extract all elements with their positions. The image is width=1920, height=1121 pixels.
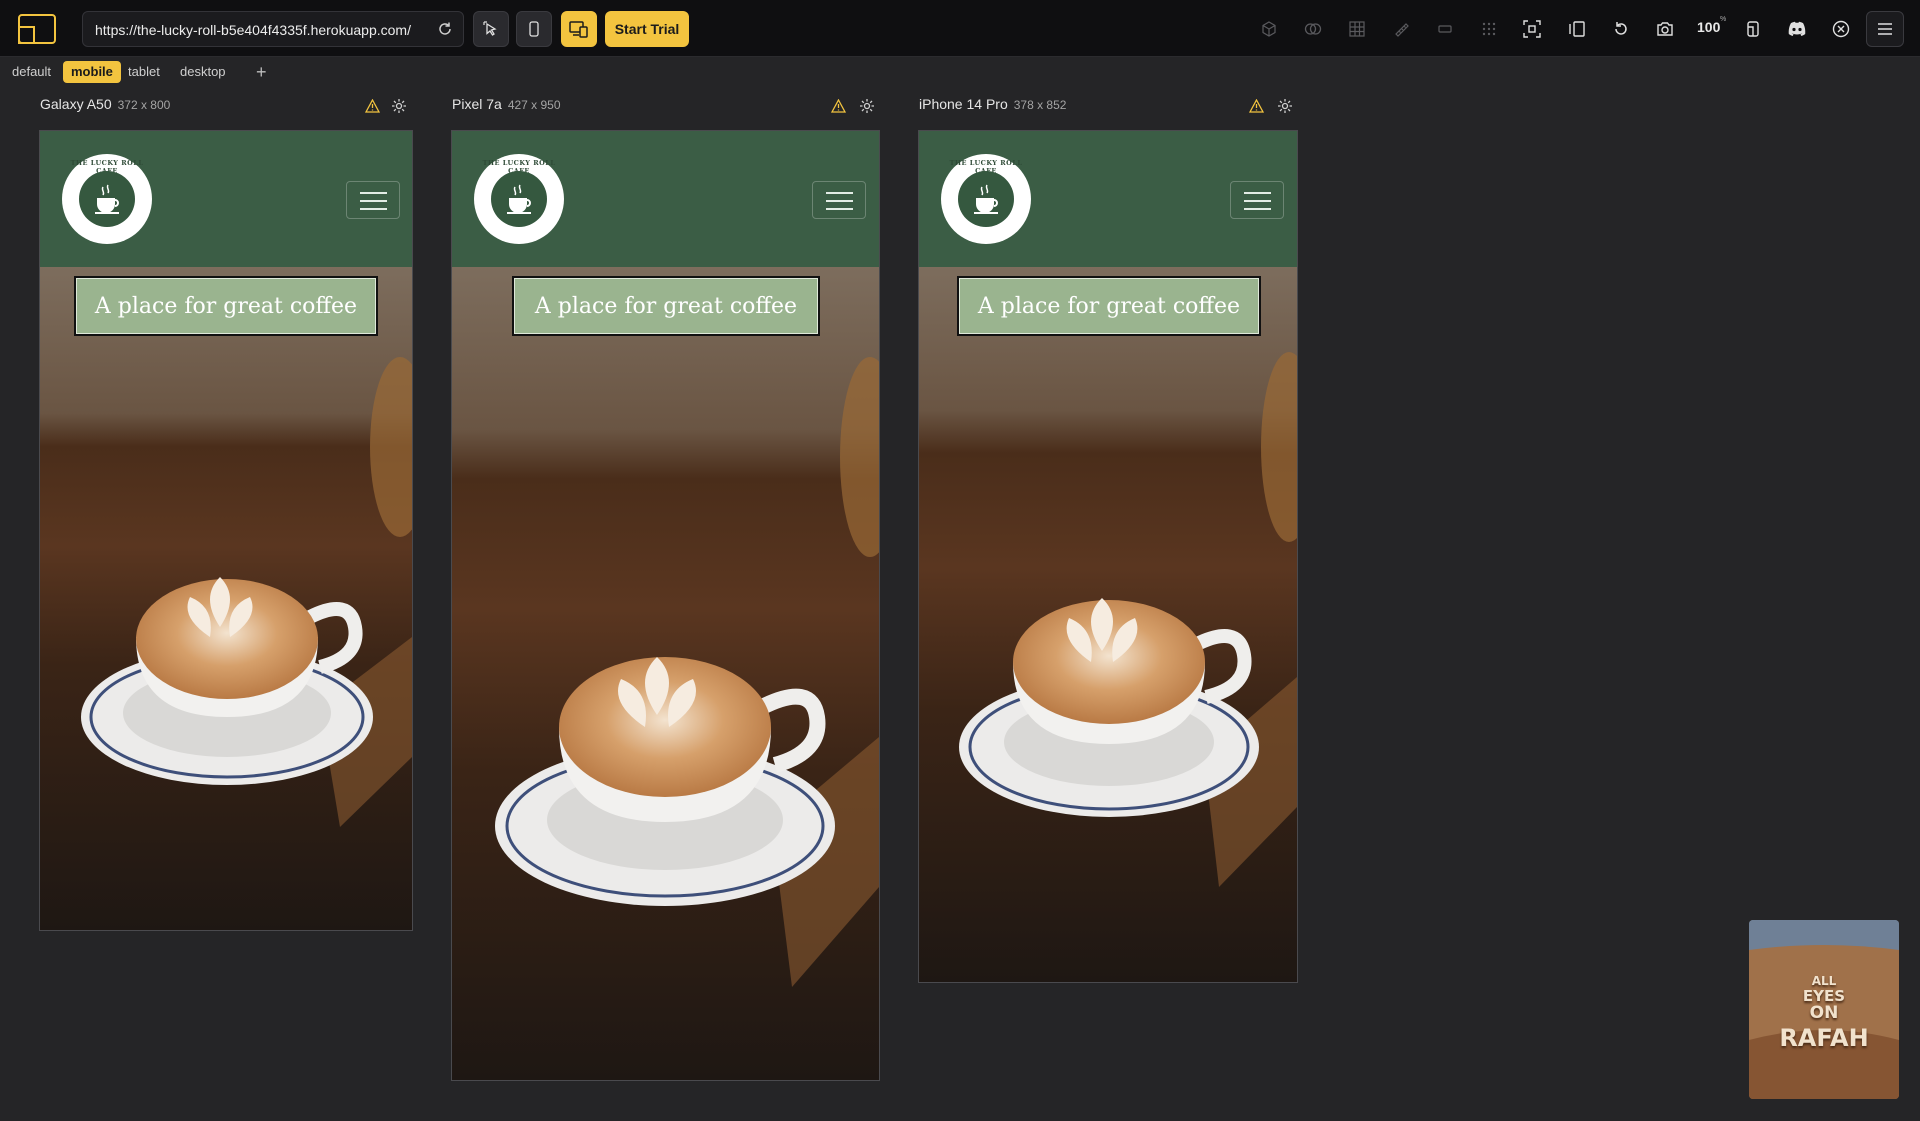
main-menu-button[interactable] — [1866, 11, 1904, 47]
cafe-logo[interactable]: THE LUCKY ROLL CAFE — [474, 154, 564, 244]
device-size: 427 x 950 — [507, 98, 561, 112]
reload-icon[interactable] — [437, 21, 453, 37]
hamburger-icon — [1878, 23, 1892, 35]
device-header: Pixel 7a 427 x 950 — [452, 96, 561, 116]
camera-icon[interactable] — [1655, 19, 1675, 39]
hero-title: A place for great coffee — [957, 276, 1261, 336]
hero-section: A place for great coffee — [40, 267, 412, 930]
nav-toggle-button[interactable] — [812, 181, 866, 219]
device-frame-galaxy-a50[interactable]: THE LUCKY ROLL CAFE A place for g — [39, 130, 413, 931]
outline-icon[interactable] — [1435, 19, 1455, 39]
hero-section: A place for great coffee — [452, 267, 879, 1080]
coffee-cup-icon — [491, 171, 547, 227]
coffee-cup-icon — [79, 171, 135, 227]
device-header: Galaxy A50 372 x 800 — [40, 96, 170, 116]
inspect-button[interactable] — [473, 11, 509, 47]
floating-preview-thumbnail[interactable]: ALL EYES ON RAFAH — [1749, 920, 1899, 1099]
gear-icon[interactable] — [859, 98, 875, 114]
cafe-logo[interactable]: THE LUCKY ROLL CAFE — [941, 154, 1031, 244]
start-trial-button[interactable]: Start Trial — [605, 11, 689, 47]
url-text: https://the-lucky-roll-b5e404f4335f.hero… — [95, 22, 411, 38]
device-name: iPhone 14 Pro — [919, 96, 1008, 112]
add-preset-icon[interactable]: + — [256, 61, 267, 83]
tab-tablet[interactable]: tablet — [120, 61, 168, 83]
coffee-photo — [452, 267, 879, 1080]
device-size: 372 x 800 — [117, 98, 171, 112]
thumbnail-line-1: ALL — [1811, 974, 1837, 988]
coffee-photo — [40, 267, 412, 930]
app-logo-icon[interactable] — [18, 14, 56, 44]
grid-icon[interactable] — [1347, 19, 1367, 39]
warning-icon[interactable] — [831, 99, 846, 113]
device-name: Galaxy A50 — [40, 96, 112, 112]
device-name: Pixel 7a — [452, 96, 502, 112]
site-header: THE LUCKY ROLL CAFE — [919, 131, 1297, 267]
top-toolbar: https://the-lucky-roll-b5e404f4335f.hero… — [0, 0, 1920, 57]
hero-title: A place for great coffee — [74, 276, 378, 336]
warning-icon[interactable] — [1249, 99, 1264, 113]
coffee-cup-icon — [958, 171, 1014, 227]
dots-grid-icon[interactable] — [1479, 19, 1499, 39]
zoom-unit: % — [1720, 16, 1727, 23]
device-frame-icon[interactable] — [1743, 19, 1763, 39]
rotate-icon[interactable] — [1611, 19, 1631, 39]
gear-icon[interactable] — [391, 98, 407, 114]
gear-icon[interactable] — [1277, 98, 1293, 114]
device-frame-iphone-14-pro[interactable]: THE LUCKY ROLL CAFE A place for g — [918, 130, 1298, 983]
close-circle-icon[interactable] — [1831, 19, 1851, 39]
url-input[interactable]: https://the-lucky-roll-b5e404f4335f.hero… — [82, 11, 464, 47]
cafe-logo[interactable]: THE LUCKY ROLL CAFE — [62, 154, 152, 244]
hero-section: A place for great coffee — [919, 267, 1297, 982]
cube-icon[interactable] — [1259, 19, 1279, 39]
responsive-mode-button[interactable] — [561, 11, 597, 47]
thumbnail-line-3: ON — [1809, 1003, 1839, 1023]
thumbnail-line-4: RAFAH — [1779, 1024, 1869, 1052]
discord-icon[interactable] — [1787, 19, 1807, 39]
phone-icon — [529, 21, 539, 37]
preset-tabs: default mobile tablet desktop + — [0, 59, 1920, 87]
device-frame-pixel-7a[interactable]: THE LUCKY ROLL CAFE A place for g — [451, 130, 880, 1081]
devices-icon — [569, 21, 588, 38]
device-header: iPhone 14 Pro 378 x 852 — [919, 96, 1066, 116]
device-size: 378 x 852 — [1013, 98, 1067, 112]
tab-mobile[interactable]: mobile — [63, 61, 121, 83]
site-header: THE LUCKY ROLL CAFE — [452, 131, 879, 267]
tab-desktop[interactable]: desktop — [172, 61, 234, 83]
ruler-icon[interactable] — [1391, 19, 1411, 39]
nav-toggle-button[interactable] — [346, 181, 400, 219]
layout-toggle-icon[interactable] — [1567, 19, 1587, 39]
screenshot-area-icon[interactable] — [1522, 19, 1542, 39]
site-header: THE LUCKY ROLL CAFE — [40, 131, 412, 267]
nav-toggle-button[interactable] — [1230, 181, 1284, 219]
coffee-photo — [919, 267, 1297, 982]
zoom-level[interactable]: 100 — [1697, 19, 1720, 35]
warning-icon[interactable] — [365, 99, 380, 113]
hero-title: A place for great coffee — [512, 276, 820, 336]
mobile-device-button[interactable] — [516, 11, 552, 47]
overlap-icon[interactable] — [1303, 19, 1323, 39]
cursor-icon — [483, 21, 497, 36]
tab-default[interactable]: default — [4, 61, 59, 83]
